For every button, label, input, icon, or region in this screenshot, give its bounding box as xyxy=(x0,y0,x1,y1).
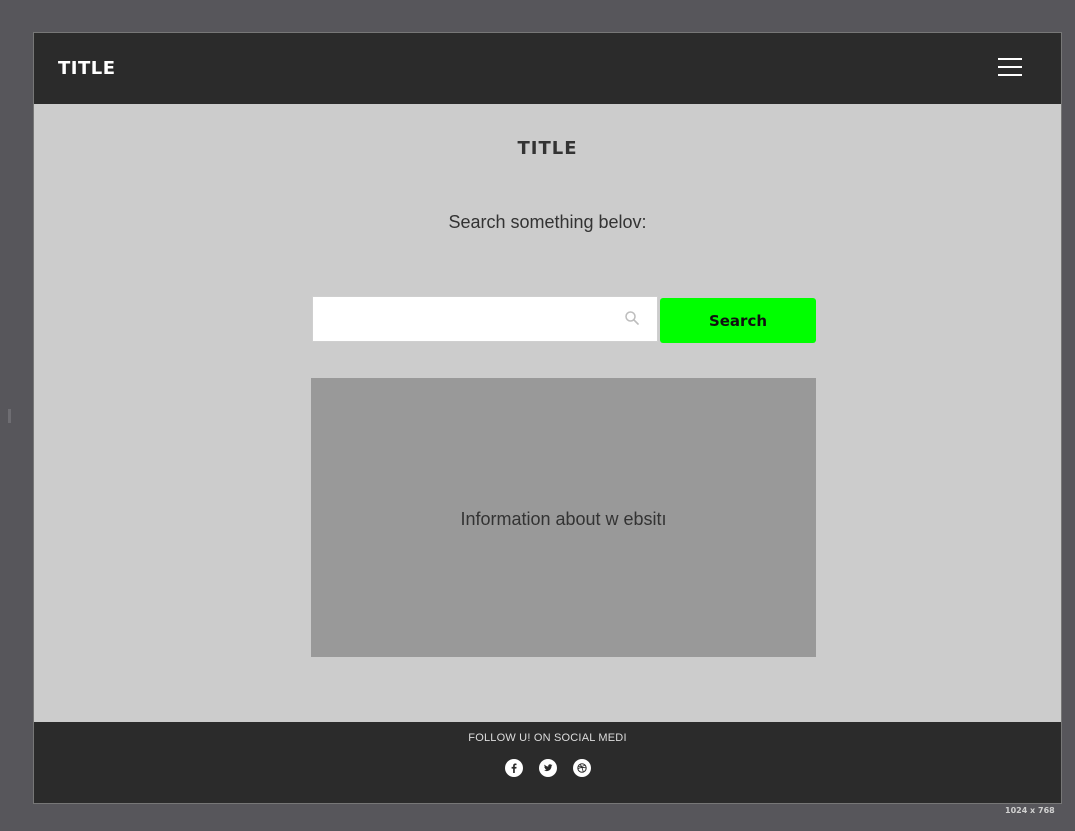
facebook-icon[interactable] xyxy=(504,759,523,777)
search-input[interactable] xyxy=(313,297,613,341)
dribbble-icon[interactable] xyxy=(572,759,591,777)
search-icon xyxy=(625,311,639,325)
page-canvas: TITLE TITLE Search something belov: Sear… xyxy=(34,33,1061,803)
main-content: TITLE Search something belov: Search Inf… xyxy=(34,104,1061,722)
social-links xyxy=(34,759,1061,777)
footer-follow-text: FOLLOW U! ON SOCIAL MEDI xyxy=(468,732,627,744)
info-text: Information about w ebsitı xyxy=(460,509,667,529)
search-field xyxy=(312,296,658,342)
hamburger-menu-icon[interactable] xyxy=(998,58,1022,78)
site-title: TITLE xyxy=(58,58,116,79)
search-prompt: Search something belov: xyxy=(448,212,647,232)
search-button[interactable]: Search xyxy=(660,298,816,343)
info-panel: Information about w ebsitı xyxy=(311,378,816,657)
page-title: TITLE xyxy=(517,138,578,159)
header-bar: TITLE xyxy=(34,33,1061,104)
footer-bar: FOLLOW U! ON SOCIAL MEDI xyxy=(34,722,1061,803)
twitter-icon[interactable] xyxy=(538,759,557,777)
canvas-size-label: 1024 x 768 xyxy=(1005,806,1055,815)
canvas-resize-handle[interactable] xyxy=(8,409,11,423)
